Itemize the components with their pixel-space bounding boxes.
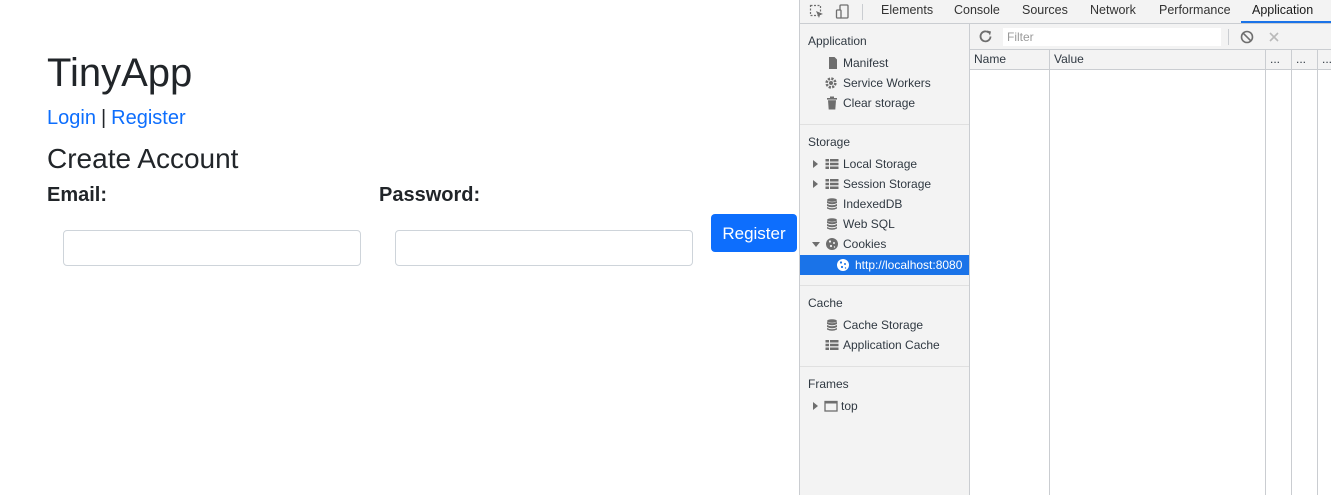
sidebar-item-application-cache[interactable]: Application Cache — [800, 335, 969, 355]
tab-performance[interactable]: Performance — [1159, 0, 1231, 23]
sidebar-item-local-storage[interactable]: Local Storage — [800, 154, 969, 174]
column-header-name[interactable]: Name — [970, 50, 1049, 69]
trash-icon — [825, 96, 839, 110]
filter-divider — [1228, 29, 1229, 45]
cookies-view: Name Value ... ... ... — [970, 24, 1331, 495]
expand-arrow-icon[interactable] — [813, 180, 818, 188]
password-field[interactable] — [395, 230, 693, 266]
column-divider[interactable] — [1049, 50, 1050, 495]
column-header-truncated[interactable]: ... — [1318, 50, 1331, 69]
devtools-panel: Elements Console Sources Network Perform… — [799, 0, 1331, 495]
column-divider[interactable] — [1317, 50, 1318, 495]
column-header-value[interactable]: Value — [1050, 50, 1265, 69]
sidebar-item-cookie-origin[interactable]: http://localhost:8080 — [800, 255, 969, 275]
register-link[interactable]: Register — [111, 107, 185, 129]
database-icon — [825, 318, 839, 332]
sidebar-item-label: Application Cache — [843, 338, 940, 352]
sidebar-header-storage: Storage — [808, 135, 851, 149]
sidebar-divider — [800, 366, 969, 367]
sidebar-item-clear-storage[interactable]: Clear storage — [800, 93, 969, 113]
filter-toolbar — [970, 24, 1331, 50]
sidebar-item-label: Cookies — [843, 237, 887, 251]
frame-icon — [824, 399, 838, 413]
register-button[interactable]: Register — [711, 214, 797, 252]
toolbar-divider — [862, 4, 863, 20]
cookies-table-header: Name Value ... ... ... — [970, 50, 1331, 70]
sidebar-item-cookies[interactable]: Cookies — [800, 234, 969, 254]
sidebar-item-label: Service Workers — [843, 76, 931, 90]
cookie-icon — [836, 258, 850, 272]
gear-icon — [824, 76, 838, 90]
sidebar-item-cache-storage[interactable]: Cache Storage — [800, 315, 969, 335]
sidebar-item-frame-top[interactable]: top — [800, 396, 969, 416]
tab-elements[interactable]: Elements — [881, 0, 933, 23]
grid-icon — [825, 177, 839, 191]
device-toolbar-icon[interactable] — [834, 3, 852, 21]
email-field[interactable] — [63, 230, 361, 266]
refresh-icon[interactable] — [977, 28, 995, 46]
filter-input[interactable] — [1003, 28, 1221, 46]
collapse-arrow-icon[interactable] — [812, 242, 820, 247]
tab-console[interactable]: Console — [954, 0, 1000, 23]
grid-icon — [825, 157, 839, 171]
application-sidebar: Application Manifest Service Workers Cle… — [800, 24, 970, 495]
sidebar-item-indexeddb[interactable]: IndexedDB — [800, 194, 969, 214]
sidebar-item-label: Clear storage — [843, 96, 916, 110]
email-label: Email: — [47, 184, 108, 206]
web-page: TinyApp Login | Register Create Account Em… — [0, 0, 800, 495]
tab-sources[interactable]: Sources — [1022, 0, 1068, 23]
sidebar-item-label: top — [841, 399, 858, 413]
grid-icon — [825, 338, 839, 352]
clear-all-icon[interactable] — [1238, 28, 1256, 46]
sidebar-divider — [800, 285, 969, 286]
sidebar-item-session-storage[interactable]: Session Storage — [800, 174, 969, 194]
sidebar-item-service-workers[interactable]: Service Workers — [800, 73, 969, 93]
nav-separator: | — [100, 107, 107, 129]
document-icon — [826, 56, 840, 70]
auth-nav: Login | Register — [47, 106, 186, 130]
inspect-element-icon[interactable] — [808, 3, 826, 21]
column-divider[interactable] — [1265, 50, 1266, 495]
sidebar-divider — [800, 124, 969, 125]
tab-application[interactable]: Application — [1241, 0, 1331, 23]
tab-network[interactable]: Network — [1090, 0, 1136, 23]
sidebar-item-manifest[interactable]: Manifest — [800, 53, 969, 73]
column-header-truncated[interactable]: ... — [1266, 50, 1291, 69]
sidebar-item-label: IndexedDB — [843, 197, 903, 211]
devtools-toolbar: Elements Console Sources Network Perform… — [800, 0, 1331, 24]
column-header-truncated[interactable]: ... — [1292, 50, 1317, 69]
password-label: Password: — [379, 184, 481, 206]
sidebar-header-application: Application — [808, 34, 867, 48]
sidebar-item-label: Cache Storage — [843, 318, 924, 332]
app-title: TinyApp — [47, 51, 193, 95]
sidebar-header-frames: Frames — [808, 377, 849, 391]
sidebar-item-web-sql[interactable]: Web SQL — [800, 214, 969, 234]
sidebar-item-label: Local Storage — [843, 157, 918, 171]
column-divider[interactable] — [1291, 50, 1292, 495]
expand-arrow-icon[interactable] — [813, 160, 818, 168]
expand-arrow-icon[interactable] — [813, 402, 818, 410]
delete-selected-icon[interactable] — [1265, 28, 1283, 46]
login-link[interactable]: Login — [47, 107, 96, 129]
sidebar-item-label: http://localhost:8080 — [855, 258, 963, 272]
database-icon — [825, 197, 839, 211]
sidebar-item-label: Session Storage — [843, 177, 932, 191]
sidebar-item-label: Manifest — [843, 56, 889, 70]
create-account-heading: Create Account — [47, 143, 239, 174]
cookie-icon — [825, 237, 839, 251]
database-icon — [825, 217, 839, 231]
sidebar-header-cache: Cache — [808, 296, 843, 310]
sidebar-item-label: Web SQL — [843, 217, 895, 231]
